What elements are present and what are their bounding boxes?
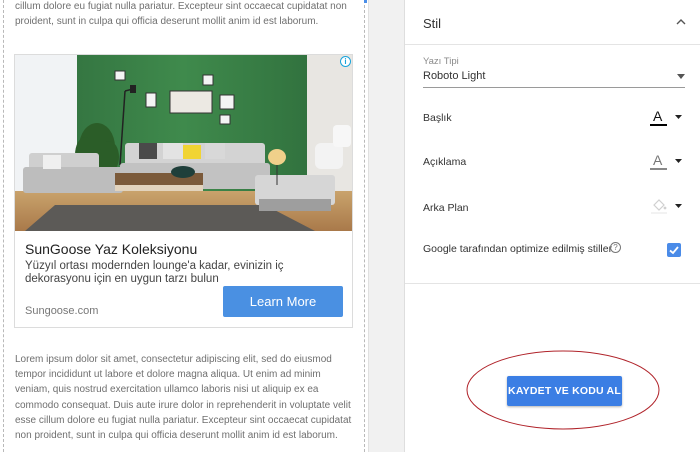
- section-divider: [405, 283, 700, 284]
- preview-left-border: [3, 0, 4, 452]
- preview-selection-marker: [364, 0, 367, 3]
- font-select[interactable]: Roboto Light: [423, 68, 685, 88]
- ad-description: Yüzyıl ortası modernden lounge'a kadar, …: [25, 260, 284, 285]
- checkmark-icon: [669, 246, 679, 255]
- ad-domain: Sungoose.com: [25, 305, 99, 317]
- native-ad-card[interactable]: i SunGoose Yaz Koleksiyonu Yüzyıl ortası…: [14, 54, 353, 328]
- color-indicator: [650, 168, 667, 170]
- text-color-icon: A: [653, 152, 663, 168]
- text-color-icon: A: [653, 108, 663, 124]
- description-color-picker[interactable]: A: [649, 153, 685, 171]
- fill-color-icon: [651, 199, 667, 214]
- ad-style-editor: cillum dolore eu fugiat nulla pariatur. …: [0, 0, 700, 452]
- font-field-label: Yazı Tipi: [423, 56, 459, 67]
- headline-color-label: Başlık: [423, 112, 452, 124]
- optimized-styles-checkbox[interactable]: [667, 243, 681, 257]
- info-icon[interactable]: i: [340, 56, 351, 67]
- ad-preview-pane: cillum dolore eu fugiat nulla pariatur. …: [0, 0, 367, 452]
- lorem-paragraph-top: cillum dolore eu fugiat nulla pariatur. …: [15, 1, 347, 28]
- chevron-up-icon[interactable]: [676, 18, 686, 25]
- living-room-photo: [15, 55, 352, 231]
- style-section-header[interactable]: Stil: [405, 0, 700, 45]
- headline-color-picker[interactable]: A: [649, 109, 685, 127]
- learn-more-button[interactable]: Learn More: [223, 286, 343, 317]
- font-select-value: Roboto Light: [423, 70, 486, 82]
- help-icon[interactable]: ?: [610, 242, 621, 253]
- description-color-label: Açıklama: [423, 156, 467, 168]
- dropdown-caret-icon: [675, 204, 682, 208]
- dropdown-caret-icon: [675, 115, 682, 119]
- dropdown-caret-icon: [675, 159, 682, 163]
- background-color-picker[interactable]: [649, 198, 685, 216]
- color-indicator: [650, 124, 667, 126]
- optimized-styles-label: Google tarafından optimize edilmiş still…: [423, 243, 613, 255]
- section-title: Stil: [423, 16, 442, 31]
- lorem-paragraph-bottom: Lorem ipsum dolor sit amet, consectetur …: [15, 354, 352, 442]
- highlight-ellipse: [466, 350, 660, 430]
- ad-image[interactable]: i: [15, 55, 352, 231]
- pane-divider: [368, 0, 404, 452]
- background-color-label: Arka Plan: [423, 202, 469, 214]
- preview-right-border: [364, 0, 365, 452]
- ad-headline[interactable]: SunGoose Yaz Koleksiyonu: [25, 241, 197, 257]
- dropdown-caret-icon: [677, 74, 685, 79]
